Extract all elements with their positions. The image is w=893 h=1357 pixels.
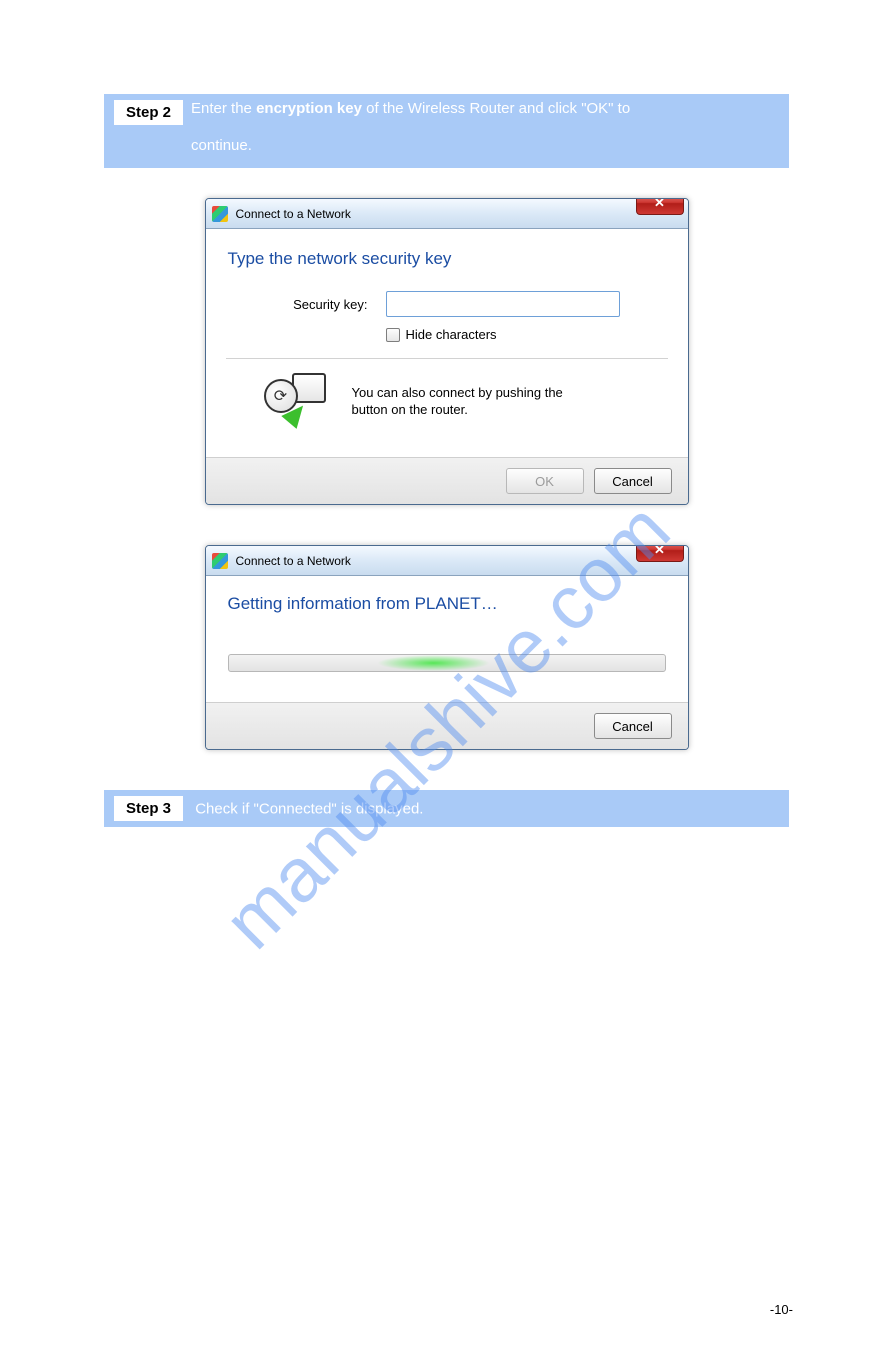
dialog1-button-row: OK Cancel <box>206 457 688 504</box>
progress-glow <box>377 655 490 671</box>
hide-characters-label: Hide characters <box>406 327 497 342</box>
dialog2-title: Connect to a Network <box>236 554 351 568</box>
cancel-button[interactable]: Cancel <box>594 468 672 494</box>
titlebar-1: Connect to a Network ✕ <box>206 199 688 229</box>
step2-text-continue: continue. <box>191 137 252 162</box>
wps-hint-text: You can also connect by pushing the butt… <box>352 385 563 419</box>
step2-text: Enter the encryption key of the Wireless… <box>191 100 630 117</box>
titlebar-2: Connect to a Network ✕ <box>206 546 688 576</box>
step3-text: Check if "Connected" is displayed. <box>195 801 423 818</box>
hide-characters-row[interactable]: Hide characters <box>386 327 666 342</box>
network-dialog-icon <box>212 206 228 222</box>
ok-button[interactable]: OK <box>506 468 584 494</box>
dialog2-heading: Getting information from PLANET… <box>228 594 666 614</box>
dialog-security-key: Connect to a Network ✕ Type the network … <box>205 198 689 505</box>
network-dialog-icon <box>212 553 228 569</box>
step3-bar: Step 3 Check if "Connected" is displayed… <box>104 790 789 827</box>
hide-characters-checkbox[interactable] <box>386 328 400 342</box>
page-number: -10- <box>770 1302 793 1317</box>
security-key-label: Security key: <box>268 297 368 312</box>
step3-label: Step 3 <box>114 796 183 821</box>
dialog-progress: Connect to a Network ✕ Getting informati… <box>205 545 689 750</box>
step2-bar: Step 2 Enter the encryption key of the W… <box>104 94 789 131</box>
dialog1-heading: Type the network security key <box>228 249 666 269</box>
dialog1-title: Connect to a Network <box>236 207 351 221</box>
security-key-input[interactable] <box>386 291 620 317</box>
wps-hint-row: You can also connect by pushing the butt… <box>228 373 666 431</box>
dialog2-body: Getting information from PLANET… <box>206 576 688 672</box>
close-button[interactable]: ✕ <box>636 545 684 562</box>
dialog2-button-row: Cancel <box>206 702 688 749</box>
close-button[interactable]: ✕ <box>636 198 684 215</box>
dialog1-body: Type the network security key Security k… <box>206 229 688 457</box>
progress-bar <box>228 654 666 672</box>
divider <box>226 358 668 359</box>
step2-label: Step 2 <box>114 100 183 125</box>
router-wps-icon <box>258 373 336 431</box>
cancel-button[interactable]: Cancel <box>594 713 672 739</box>
step2-bar-line2: Step 2 continue. <box>104 131 789 168</box>
security-key-row: Security key: <box>268 291 666 317</box>
